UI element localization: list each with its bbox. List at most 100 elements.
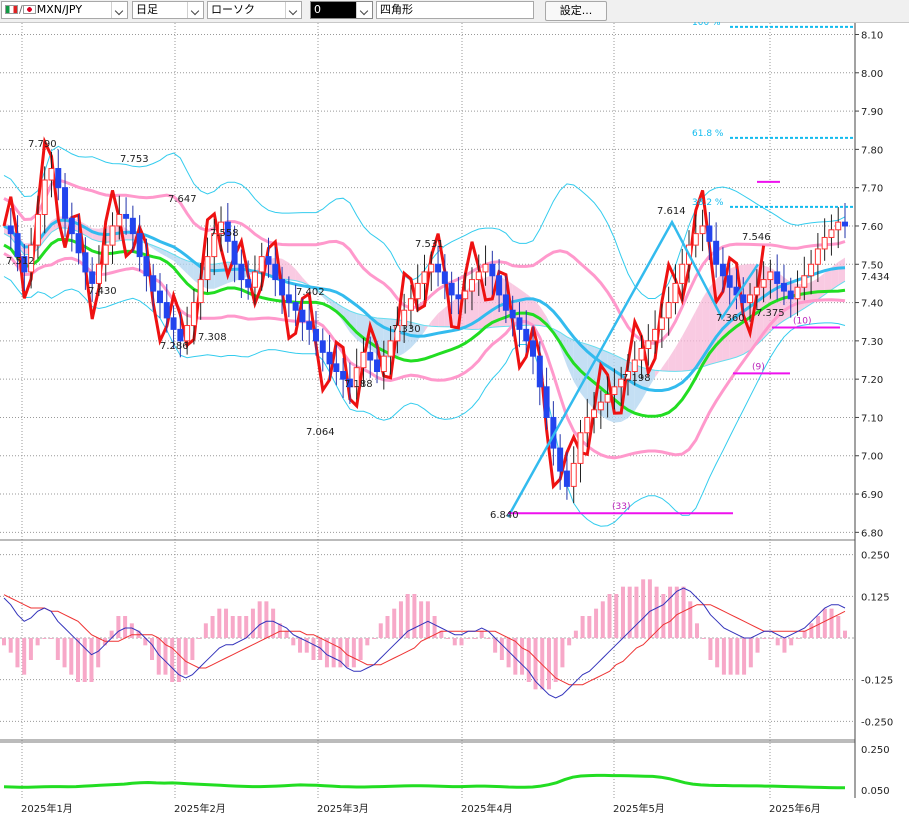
settings-button[interactable]: 設定... bbox=[545, 1, 607, 21]
cloud-segment bbox=[431, 313, 439, 327]
oscillator-tick-label: 0.250 bbox=[861, 745, 890, 756]
macd-histogram-bar bbox=[264, 601, 269, 638]
macd-histogram-bar bbox=[816, 616, 821, 638]
candle-body bbox=[143, 256, 150, 277]
candle-body bbox=[102, 244, 109, 265]
candle-body bbox=[842, 221, 848, 227]
macd-histogram-bar bbox=[573, 630, 578, 638]
candle-body bbox=[231, 240, 238, 265]
candle-body bbox=[285, 294, 292, 304]
macd-histogram-bar bbox=[721, 638, 726, 675]
cloud-segment bbox=[356, 313, 364, 345]
candle bbox=[672, 264, 679, 315]
candle-body bbox=[312, 328, 319, 342]
candle-body bbox=[557, 447, 564, 472]
candle-body bbox=[577, 432, 584, 464]
symbol-select[interactable]: / MXN/JPY bbox=[1, 1, 128, 19]
candle-body bbox=[726, 275, 733, 288]
oscillator-tick-label: 0.050 bbox=[861, 786, 890, 797]
macd-histogram-bar bbox=[82, 638, 87, 682]
macd-histogram-bar bbox=[634, 586, 639, 638]
macd-histogram-bar bbox=[486, 638, 491, 639]
price-label: 7.286 bbox=[160, 341, 189, 352]
macd-histogram-bar bbox=[365, 638, 370, 646]
lagging-span bbox=[2, 136, 766, 490]
macd-histogram-bar bbox=[472, 638, 477, 639]
chevron-down-icon bbox=[111, 2, 127, 18]
candle-body bbox=[563, 470, 570, 487]
macd-histogram-bar bbox=[378, 623, 383, 638]
macd-histogram-bar bbox=[123, 616, 128, 638]
macd-histogram-bar bbox=[425, 601, 430, 638]
macd-histogram-bar bbox=[358, 638, 363, 660]
candle-body bbox=[679, 263, 686, 284]
candle-body bbox=[41, 179, 48, 215]
macd-histogram-bar bbox=[250, 608, 255, 638]
price-label: 7.375 bbox=[756, 308, 785, 319]
candle-body bbox=[123, 213, 130, 219]
fib-level-label: 100 % bbox=[692, 22, 721, 28]
macd-histogram-bar bbox=[526, 638, 531, 682]
chart-style-select[interactable]: ローソク bbox=[207, 1, 302, 19]
candle-body bbox=[245, 279, 252, 288]
candle-body bbox=[319, 340, 326, 353]
macd-histogram-bar bbox=[55, 638, 60, 660]
candle-body bbox=[265, 256, 272, 265]
candle-body bbox=[591, 409, 598, 418]
lagging-span-line bbox=[2, 136, 766, 490]
macd-histogram-bar bbox=[553, 638, 558, 682]
candle-body bbox=[75, 233, 82, 254]
macd-histogram-bar bbox=[398, 601, 403, 638]
candle-body bbox=[597, 401, 604, 411]
candle-body bbox=[570, 462, 577, 487]
candle-body bbox=[808, 263, 815, 277]
candle-body bbox=[835, 221, 842, 231]
macd-histogram-bar bbox=[567, 638, 572, 646]
candle-body bbox=[468, 279, 475, 292]
macd-histogram-bar bbox=[385, 616, 390, 638]
candle-body bbox=[184, 325, 191, 342]
cloud-segment bbox=[282, 258, 289, 280]
candle-body bbox=[326, 351, 333, 365]
timeframe-select[interactable]: 日足 bbox=[132, 1, 204, 19]
japan-flag-icon bbox=[22, 5, 36, 14]
price-tick-label: 7.70 bbox=[861, 184, 883, 195]
candle-body bbox=[489, 263, 496, 277]
macd-histogram-bar bbox=[298, 638, 303, 653]
cloud-segment bbox=[689, 310, 696, 371]
chart-area[interactable]: 100 % 61.8 % 38.2 % (33) (9) (10) 7.790 7.753 7.… bbox=[0, 22, 909, 820]
macd-histogram-bar bbox=[587, 616, 592, 638]
candle-body bbox=[156, 290, 163, 304]
candle-body bbox=[462, 290, 469, 300]
drawing-tool-field[interactable]: 四角形 bbox=[376, 1, 534, 19]
price-label: 7.064 bbox=[306, 427, 335, 438]
macd-histogram-bar bbox=[600, 601, 605, 638]
candle-body bbox=[55, 168, 62, 189]
candle bbox=[319, 328, 326, 372]
candle-body bbox=[197, 279, 204, 304]
candle-body bbox=[774, 271, 781, 284]
x-axis-label: 2025年6月 bbox=[769, 802, 821, 815]
macd-histogram-bar bbox=[452, 638, 457, 646]
candle-body bbox=[177, 328, 184, 342]
macd-histogram-bar bbox=[647, 579, 652, 638]
candle-body bbox=[821, 236, 828, 250]
macd-histogram-bar bbox=[197, 638, 202, 639]
macd-histogram-bar bbox=[822, 608, 827, 638]
candle-body bbox=[387, 340, 394, 357]
macd-histogram-bar bbox=[594, 608, 599, 638]
macd-histogram-bar bbox=[331, 638, 336, 668]
candle-body bbox=[136, 233, 143, 258]
cloud-segment bbox=[533, 298, 540, 326]
macd-histogram-bar bbox=[701, 638, 706, 639]
candle-body bbox=[279, 279, 286, 296]
candle-body bbox=[89, 271, 96, 284]
macd-histogram-bar bbox=[69, 638, 74, 675]
price-label: 7.558 bbox=[210, 228, 239, 239]
chevron-down-icon bbox=[285, 2, 301, 18]
candle-body bbox=[292, 302, 299, 311]
macd-histogram-bar bbox=[170, 638, 175, 682]
setting-value-select[interactable]: 0 bbox=[310, 1, 373, 19]
candle-body bbox=[163, 302, 170, 319]
candle-body bbox=[109, 225, 116, 246]
